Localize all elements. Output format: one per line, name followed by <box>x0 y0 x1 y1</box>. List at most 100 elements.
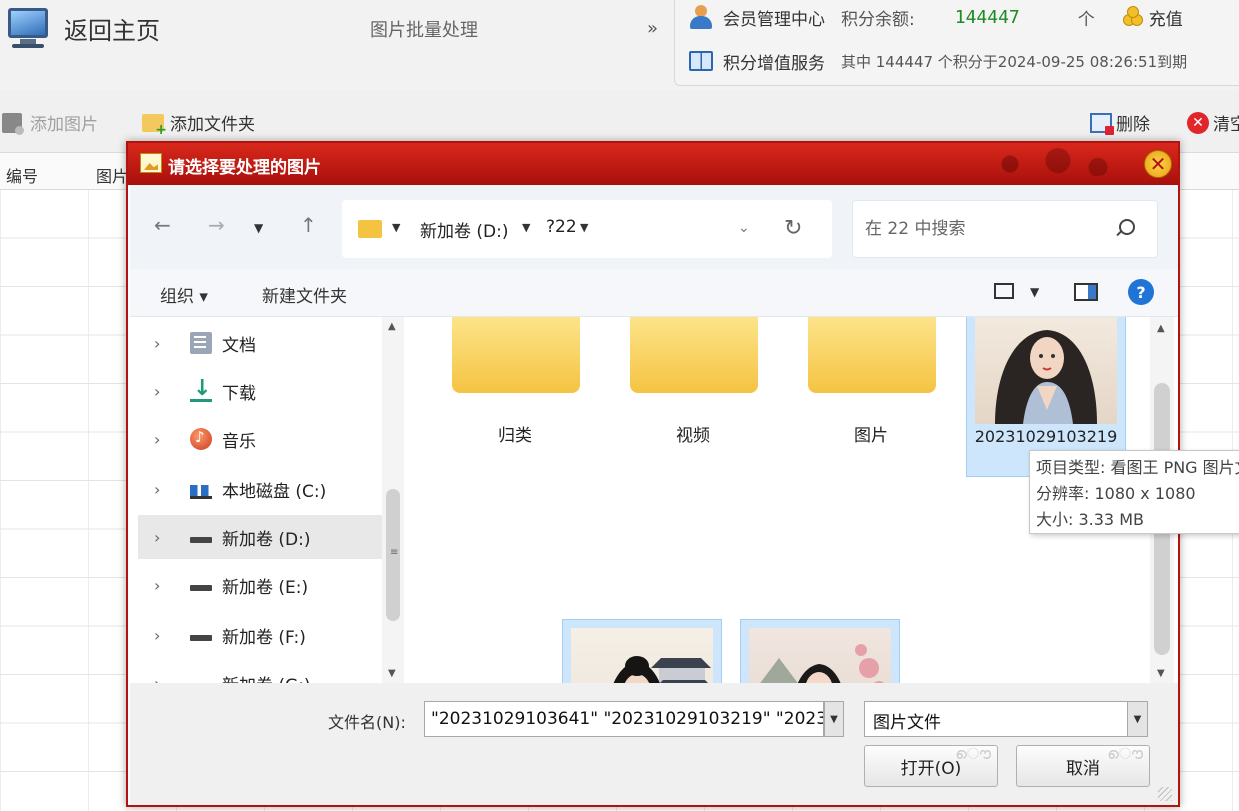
member-center-link[interactable]: 会员管理中心 <box>723 5 825 30</box>
expand-arrow-icon[interactable]: › <box>154 528 180 547</box>
dialog-title: 请选择要处理的图片 <box>168 158 321 178</box>
open-button[interactable]: 打开(O) <box>864 744 998 787</box>
collapse-button[interactable]: » <box>647 18 658 39</box>
delete-icon <box>1090 112 1114 135</box>
picture-icon <box>140 153 162 173</box>
nav-item-drive-d[interactable]: › 新加卷 (D:) <box>138 515 382 559</box>
folder-item[interactable]: 图片 <box>786 317 956 463</box>
clear-button[interactable]: ✕ 清空 <box>1187 110 1239 135</box>
delete-button[interactable]: 删除 <box>1090 110 1150 135</box>
nav-item-drive-g[interactable]: › 新加卷 (G:) <box>138 661 382 684</box>
folder-name: 视频 <box>676 426 710 446</box>
expand-arrow-icon[interactable]: › <box>154 626 180 645</box>
resize-grip-icon[interactable] <box>1158 787 1172 801</box>
close-icon[interactable]: ✕ <box>1144 150 1172 178</box>
expand-arrow-icon[interactable]: › <box>154 430 180 449</box>
image-thumbnail <box>749 628 891 683</box>
preview-pane-icon[interactable] <box>1074 283 1098 301</box>
file-info-tooltip: 项目类型: 看图王 PNG 图片文件 分辨率: 1080 x 1080 大小: … <box>1029 450 1239 534</box>
app-title: 图片批量处理 <box>370 20 478 41</box>
tooltip-resolution: 分辨率: 1080 x 1080 <box>1036 484 1196 503</box>
search-box[interactable] <box>852 200 1158 258</box>
search-icon[interactable] <box>1119 219 1135 235</box>
nav-pane-scrollbar[interactable]: ▲ ≡ ▼ <box>382 317 404 683</box>
back-arrow-icon[interactable]: ← <box>154 213 171 237</box>
image-file-item[interactable]: 20231029103641 <box>740 619 900 683</box>
nav-item-drive-c[interactable]: › 本地磁盘 (C:) <box>138 467 382 511</box>
image-file-item[interactable]: 20231029103555 <box>562 619 722 683</box>
view-mode-icon[interactable] <box>994 283 1014 299</box>
nav-item-label: 新加卷 (E:) <box>222 577 309 598</box>
column-header-image[interactable]: 图片 <box>96 163 128 187</box>
scroll-down-icon[interactable]: ▼ <box>388 668 396 679</box>
breadcrumb-drive-d[interactable]: 新加卷 (D:) <box>420 217 509 242</box>
expand-arrow-icon[interactable]: › <box>154 674 180 684</box>
column-header-number[interactable]: 编号 <box>6 163 38 187</box>
drive-icon <box>190 537 212 543</box>
add-folder-button[interactable]: 添加文件夹 <box>142 110 255 138</box>
image-thumbnail <box>975 317 1117 424</box>
nav-item-drive-e[interactable]: › 新加卷 (E:) <box>138 563 382 607</box>
nav-item-documents[interactable]: › 文档 <box>138 321 382 365</box>
downloads-icon <box>190 376 212 402</box>
address-bar[interactable]: ▼ 新加卷 (D:) ▼ ?22 ▼ ⌄ ↻ <box>342 200 832 258</box>
expand-arrow-icon[interactable]: › <box>154 334 180 353</box>
points-service-link[interactable]: 积分增值服务 <box>723 49 825 74</box>
nav-item-music[interactable]: › 音乐 <box>138 417 382 461</box>
scrollbar-thumb[interactable]: ≡ <box>386 489 400 621</box>
folder-name: 归类 <box>498 426 532 446</box>
open-file-dialog: 请选择要处理的图片 ✕ ← → ▼ ↑ ▼ 新加卷 (D:) ▼ ?22 ▼ ⌄… <box>126 141 1180 807</box>
expand-arrow-icon[interactable]: › <box>154 576 180 595</box>
clear-icon: ✕ <box>1187 111 1209 134</box>
chevron-down-icon[interactable]: ▼ <box>1030 285 1039 299</box>
nav-item-drive-f[interactable]: › 新加卷 (F:) <box>138 613 382 657</box>
file-type-value: 图片文件 <box>873 713 941 733</box>
navigation-bar: ← → ▼ ↑ ▼ 新加卷 (D:) ▼ ?22 ▼ ⌄ ↻ <box>130 185 1178 269</box>
chevron-down-icon[interactable]: ▼ <box>392 221 400 234</box>
dialog-title-bar[interactable]: 请选择要处理的图片 ✕ <box>128 143 1178 185</box>
chevron-down-icon[interactable]: ▼ <box>580 221 588 234</box>
organize-menu[interactable]: 组织 ▾ <box>160 282 208 307</box>
chevron-down-icon[interactable]: ▼ <box>1127 702 1147 736</box>
drive-icon <box>190 585 212 591</box>
recent-locations-icon[interactable]: ▼ <box>254 221 263 235</box>
monitor-icon <box>6 6 50 50</box>
help-icon[interactable]: ? <box>1128 279 1154 305</box>
points-unit: 个 <box>1077 9 1095 30</box>
expand-arrow-icon[interactable]: › <box>154 480 180 499</box>
scroll-down-icon[interactable]: ▼ <box>1157 668 1165 679</box>
filename-input[interactable] <box>424 701 824 737</box>
cancel-button[interactable]: 取消 <box>1016 744 1150 787</box>
points-value: 144447 <box>954 6 1020 28</box>
breadcrumb-folder-22[interactable]: ?22 <box>546 217 577 237</box>
home-button[interactable]: 返回主页 <box>6 6 160 50</box>
music-icon <box>190 428 212 450</box>
folder-icon <box>630 317 758 393</box>
up-arrow-icon[interactable]: ↑ <box>300 213 317 237</box>
folder-item[interactable]: 视频 <box>608 317 778 463</box>
nav-item-label: 下载 <box>222 383 256 404</box>
new-folder-button[interactable]: 新建文件夹 <box>262 282 347 307</box>
tooltip-size: 大小: 3.33 MB <box>1036 510 1144 529</box>
recharge-link[interactable]: 充值 <box>1149 5 1183 30</box>
refresh-icon[interactable]: ↻ <box>784 216 802 241</box>
file-type-select[interactable]: 图片文件 ▼ <box>864 701 1148 737</box>
add-image-button[interactable]: 添加图片 <box>2 110 98 135</box>
chevron-down-icon[interactable]: ▼ <box>522 221 530 234</box>
nav-item-downloads[interactable]: › 下载 <box>138 369 382 413</box>
chevron-down-icon[interactable]: ▼ <box>824 701 844 737</box>
search-input[interactable] <box>865 216 1105 242</box>
image-file-name: 20231029103219 <box>974 427 1118 446</box>
expand-arrow-icon[interactable]: › <box>154 382 180 401</box>
folder-name: 图片 <box>854 426 888 446</box>
nav-item-label: 新加卷 (F:) <box>222 627 306 648</box>
nav-item-label: 音乐 <box>222 431 256 452</box>
add-folder-icon <box>142 113 167 138</box>
points-expire-text: 其中 144447 个积分于2024-09-25 08:26:51到期 <box>841 52 1188 71</box>
scroll-up-icon[interactable]: ▲ <box>388 321 396 332</box>
address-history-icon[interactable]: ⌄ <box>738 220 750 236</box>
forward-arrow-icon[interactable]: → <box>208 213 225 237</box>
folder-item[interactable]: 归类 <box>430 317 600 463</box>
scroll-up-icon[interactable]: ▲ <box>1157 323 1165 334</box>
folder-icon <box>452 317 580 393</box>
